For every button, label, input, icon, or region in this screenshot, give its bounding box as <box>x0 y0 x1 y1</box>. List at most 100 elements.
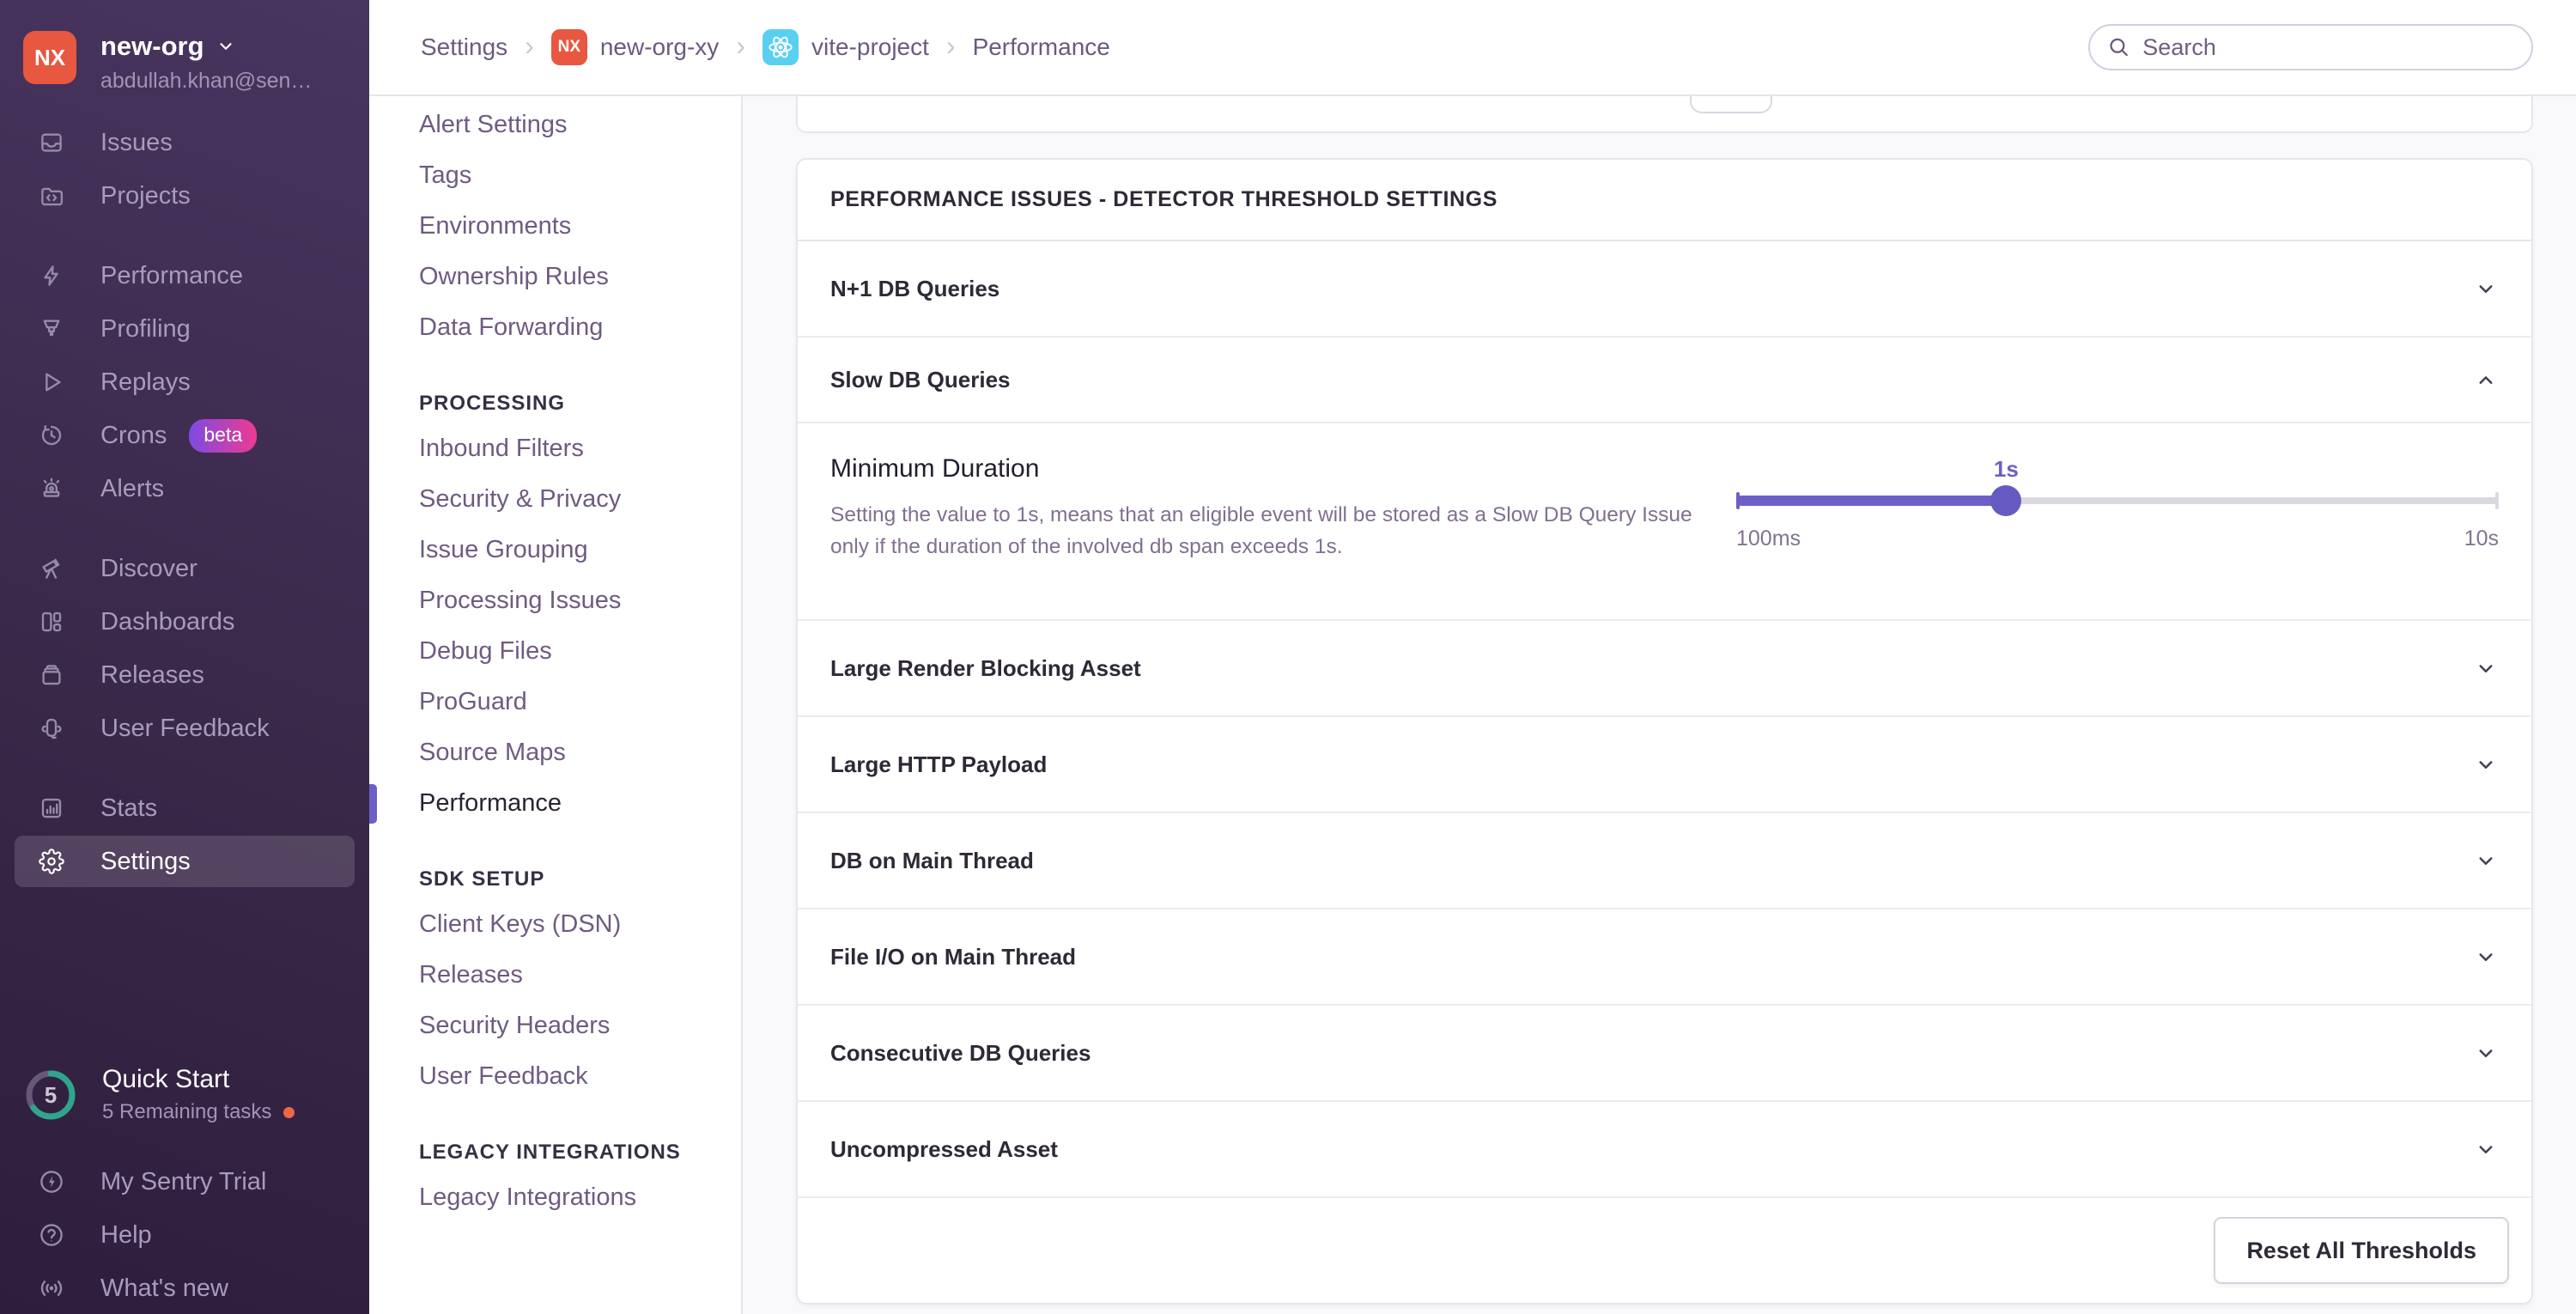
sentry-app: NX new-org abdullah.khan@sen… Issues Pro… <box>0 0 2576 1314</box>
sidebar-item-issues[interactable]: Issues <box>0 116 369 169</box>
breadcrumb-organization[interactable]: NX new-org-xy <box>550 29 719 65</box>
panel-footer: Reset All Thresholds <box>798 1198 2531 1303</box>
quick-start-subtitle: 5 Remaining tasks <box>102 1100 272 1123</box>
accordion-row-uncompressed-asset[interactable]: Uncompressed Asset <box>798 1102 2531 1198</box>
profiling-icon <box>43 319 60 337</box>
settings-nav-item-environments[interactable]: Environments <box>369 201 741 252</box>
react-icon <box>762 29 799 65</box>
settings-nav-item-client-keys[interactable]: Client Keys (DSN) <box>369 899 741 950</box>
sidebar-footer: My Sentry Trial Help What's new <box>0 1155 369 1314</box>
org-avatar: NX <box>23 31 76 84</box>
svg-text:5: 5 <box>45 1082 57 1108</box>
settings-nav-item-source-maps[interactable]: Source Maps <box>369 727 741 778</box>
play-icon <box>46 373 61 392</box>
chevron-down-icon <box>2479 761 2493 769</box>
panel-title: PERFORMANCE ISSUES - DETECTOR THRESHOLD … <box>798 160 2531 241</box>
slider-value-label: 1s <box>1993 456 2019 482</box>
settings-nav-heading-legacy-integrations: LEGACY INTEGRATIONS <box>419 1141 681 1164</box>
sidebar-item-dashboards[interactable]: Dashboards <box>0 595 369 648</box>
user-email: abdullah.khan@sen… <box>100 69 313 93</box>
lightning-icon <box>44 265 58 286</box>
org-name: new-org <box>100 31 204 61</box>
minimum-duration-description: Setting the value to 1s, means that an e… <box>830 503 1692 558</box>
breadcrumb-performance[interactable]: Performance <box>973 33 1110 61</box>
slider-max-tick <box>2495 492 2499 509</box>
cutoff-panel-above <box>796 94 2533 133</box>
breadcrumb-settings[interactable]: Settings <box>421 33 507 61</box>
sidebar-item-my-sentry-trial[interactable]: My Sentry Trial <box>0 1155 369 1208</box>
chevron-down-icon <box>2479 1146 2493 1153</box>
slider-min-tick <box>1736 492 1740 509</box>
settings-nav-item-security-headers[interactable]: Security Headers <box>369 1001 741 1051</box>
sidebar-item-settings[interactable]: Settings <box>15 836 355 887</box>
slider-thumb[interactable] <box>1990 485 2022 516</box>
accordion-row-db-on-main-thread[interactable]: DB on Main Thread <box>798 813 2531 909</box>
issues-icon <box>41 133 62 152</box>
projects-icon <box>41 187 64 206</box>
chevron-down-icon <box>219 43 232 50</box>
clock-icon <box>41 425 62 446</box>
search-input[interactable] <box>2141 33 2521 62</box>
settings-nav-item-alert-settings[interactable]: Alert Settings <box>369 100 741 150</box>
settings-nav-item-security-privacy[interactable]: Security & Privacy <box>369 474 741 525</box>
chevron-down-icon <box>2479 857 2493 865</box>
trial-lightning-icon <box>40 1171 63 1193</box>
quick-start[interactable]: 5 Quick Start 5 Remaining tasks <box>23 1065 295 1124</box>
dashboard-icon <box>41 611 62 632</box>
breadcrumb-separator: › <box>525 29 534 61</box>
settings-nav-item-tags[interactable]: Tags <box>369 150 741 201</box>
beta-badge: beta <box>189 418 258 453</box>
cutoff-unit-chip <box>1690 94 1772 113</box>
main-content: PERFORMANCE ISSUES - DETECTOR THRESHOLD … <box>743 94 2576 1314</box>
accordion-row-slow-db-queries[interactable]: Slow DB Queries <box>798 338 2531 423</box>
settings-nav-item-proguard[interactable]: ProGuard <box>369 677 741 727</box>
slider-min-label: 100ms <box>1736 526 1801 551</box>
accordion-row-file-io-on-main-thread[interactable]: File I/O on Main Thread <box>798 909 2531 1006</box>
sidebar-item-alerts[interactable]: Alerts <box>0 462 369 515</box>
settings-nav-item-legacy-integrations[interactable]: Legacy Integrations <box>369 1172 741 1223</box>
minimum-duration-slider[interactable]: 1s 100ms 10s <box>1736 456 2499 585</box>
primary-nav: Issues Projects Performance Profiling Re… <box>0 116 369 888</box>
settings-nav-item-performance[interactable]: Performance <box>369 778 741 829</box>
settings-nav-item-processing-issues[interactable]: Processing Issues <box>369 575 741 626</box>
accordion-row-large-render-blocking-asset[interactable]: Large Render Blocking Asset <box>798 621 2531 717</box>
headset-icon <box>41 718 62 739</box>
sidebar-item-profiling[interactable]: Profiling <box>0 302 369 356</box>
chevron-down-icon <box>2479 665 2493 672</box>
sidebar-item-performance[interactable]: Performance <box>0 249 369 302</box>
org-switcher[interactable]: NX new-org abdullah.khan@sen… <box>23 31 312 94</box>
settings-nav-item-data-forwarding[interactable]: Data Forwarding <box>369 302 741 353</box>
page-header: Settings › NX new-org-xy › vite-project … <box>369 0 2576 96</box>
archive-icon <box>42 665 61 685</box>
quick-start-title: Quick Start <box>102 1065 230 1093</box>
search-box[interactable] <box>2088 24 2533 70</box>
telescope-icon <box>42 558 60 579</box>
quick-start-progress-ring: 5 <box>26 1070 76 1119</box>
sidebar-item-user-feedback[interactable]: User Feedback <box>0 702 369 755</box>
sidebar-item-releases[interactable]: Releases <box>0 648 369 702</box>
sidebar-item-discover[interactable]: Discover <box>0 542 369 595</box>
sidebar-item-stats[interactable]: Stats <box>0 782 369 835</box>
settings-nav-item-issue-grouping[interactable]: Issue Grouping <box>369 525 741 575</box>
sidebar-item-whats-new[interactable]: What's new <box>0 1262 369 1314</box>
accordion-row-consecutive-db-queries[interactable]: Consecutive DB Queries <box>798 1006 2531 1102</box>
breadcrumb-project[interactable]: vite-project <box>762 29 929 65</box>
chevron-down-icon <box>2479 1049 2493 1057</box>
settings-nav-item-ownership-rules[interactable]: Ownership Rules <box>369 252 741 302</box>
minimum-duration-label: Minimum Duration <box>830 454 1040 483</box>
sidebar-item-crons[interactable]: Crons beta <box>0 409 369 462</box>
sidebar-item-replays[interactable]: Replays <box>0 356 369 409</box>
accordion-row-large-http-payload[interactable]: Large HTTP Payload <box>798 717 2531 813</box>
active-indicator-bar <box>369 783 377 824</box>
sidebar-item-projects[interactable]: Projects <box>0 169 369 222</box>
settings-nav-item-user-feedback[interactable]: User Feedback <box>369 1051 741 1102</box>
settings-nav-item-inbound-filters[interactable]: Inbound Filters <box>369 423 741 474</box>
gear-icon <box>39 849 64 874</box>
sidebar-item-help[interactable]: Help <box>0 1208 369 1262</box>
accordion-row-n-plus-1-db-queries[interactable]: N+1 DB Queries <box>798 241 2531 338</box>
breadcrumb-separator: › <box>945 29 956 61</box>
help-icon <box>40 1224 63 1246</box>
settings-nav-item-releases[interactable]: Releases <box>369 950 741 1001</box>
reset-all-thresholds-button[interactable]: Reset All Thresholds <box>2214 1217 2509 1284</box>
settings-nav-item-debug-files[interactable]: Debug Files <box>369 626 741 677</box>
